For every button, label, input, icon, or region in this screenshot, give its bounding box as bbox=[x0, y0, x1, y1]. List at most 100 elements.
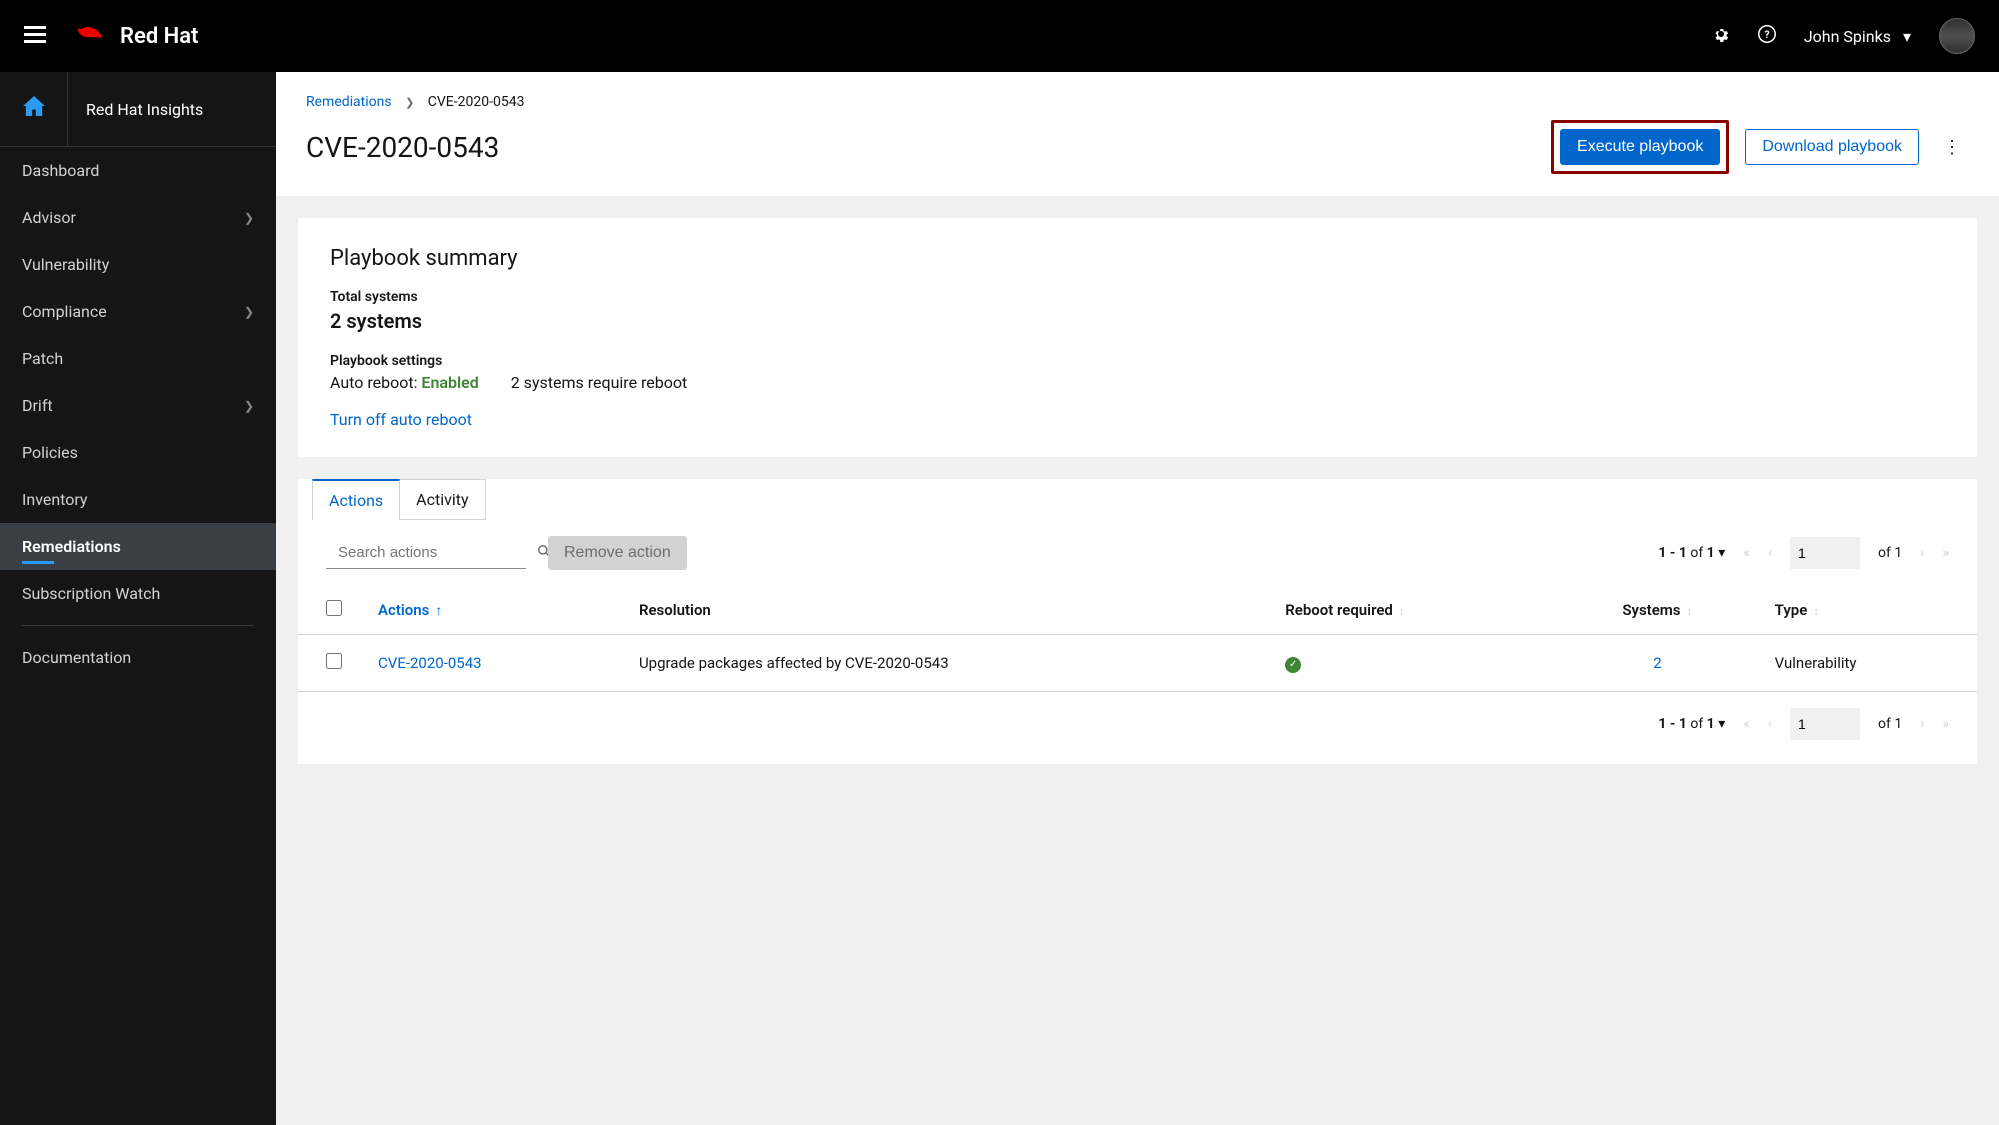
header-right: ? John Spinks ▾ bbox=[1712, 18, 1975, 54]
auto-reboot: Auto reboot: Enabled bbox=[330, 373, 479, 392]
home-icon-box[interactable] bbox=[0, 72, 68, 147]
title-actions: Execute playbook Download playbook ⋮ bbox=[1551, 120, 1969, 174]
sort-icon: ↕ bbox=[1813, 604, 1819, 618]
total-systems-label: Total systems bbox=[330, 289, 1945, 305]
sidebar-item-drift[interactable]: Drift ❯ bbox=[0, 382, 276, 429]
sidebar-item-documentation[interactable]: Documentation bbox=[0, 634, 276, 681]
summary-card: Playbook summary Total systems 2 systems… bbox=[298, 218, 1977, 457]
pagination-range: 1 - 1 of 1 ▾ bbox=[1658, 545, 1725, 561]
sidebar-item-advisor[interactable]: Advisor ❯ bbox=[0, 194, 276, 241]
search-input[interactable] bbox=[338, 544, 537, 561]
sidebar-item-label: Inventory bbox=[22, 490, 88, 509]
card-title: Playbook summary bbox=[330, 246, 1945, 271]
page-first-icon[interactable]: « bbox=[1743, 545, 1750, 561]
chevron-right-icon: ❯ bbox=[405, 96, 414, 109]
sidebar-item-label: Patch bbox=[22, 349, 63, 368]
user-menu[interactable]: John Spinks ▾ bbox=[1804, 27, 1911, 46]
highlight-box: Execute playbook bbox=[1551, 120, 1729, 174]
breadcrumb: Remediations ❯ CVE-2020-0543 bbox=[306, 94, 1969, 110]
resolution-cell: Upgrade packages affected by CVE-2020-05… bbox=[621, 635, 1267, 692]
svg-text:?: ? bbox=[1764, 27, 1769, 40]
type-column-header[interactable]: Type↕ bbox=[1757, 586, 1977, 635]
reboot-required-text: 2 systems require reboot bbox=[511, 373, 688, 392]
page-prev-icon[interactable]: ‹ bbox=[1768, 545, 1772, 561]
sort-icon: ↕ bbox=[1399, 604, 1405, 618]
nav-divider bbox=[22, 625, 254, 626]
pagination-range: 1 - 1 of 1 ▾ bbox=[1658, 716, 1725, 732]
page-input[interactable] bbox=[1790, 708, 1860, 740]
header-left: Red Hat bbox=[24, 22, 198, 50]
redhat-icon bbox=[70, 22, 110, 50]
page-next-icon[interactable]: › bbox=[1920, 716, 1924, 732]
page-of-text: of 1 bbox=[1878, 545, 1902, 561]
page-input[interactable] bbox=[1790, 537, 1860, 569]
remove-action-button[interactable]: Remove action bbox=[548, 536, 687, 570]
page-next-icon[interactable]: › bbox=[1920, 545, 1924, 561]
user-name: John Spinks bbox=[1804, 27, 1891, 46]
hamburger-icon[interactable] bbox=[24, 22, 46, 50]
breadcrumb-current: CVE-2020-0543 bbox=[428, 94, 525, 110]
sidebar-item-patch[interactable]: Patch bbox=[0, 335, 276, 382]
sidebar: Red Hat Insights Dashboard Advisor ❯ Vul… bbox=[0, 72, 276, 1125]
select-all-checkbox[interactable] bbox=[326, 600, 342, 616]
sidebar-item-subscription-watch[interactable]: Subscription Watch bbox=[0, 570, 276, 617]
settings-row: Auto reboot: Enabled 2 systems require r… bbox=[330, 373, 1945, 392]
breadcrumb-parent[interactable]: Remediations bbox=[306, 94, 392, 110]
page-title: CVE-2020-0543 bbox=[306, 131, 499, 164]
action-link[interactable]: CVE-2020-0543 bbox=[378, 654, 482, 672]
sidebar-item-compliance[interactable]: Compliance ❯ bbox=[0, 288, 276, 335]
avatar[interactable] bbox=[1939, 18, 1975, 54]
resolution-column-header[interactable]: Resolution bbox=[621, 586, 1267, 635]
toolbar-left: Remove action bbox=[326, 536, 687, 570]
help-icon[interactable]: ? bbox=[1758, 25, 1776, 48]
page-prev-icon[interactable]: ‹ bbox=[1768, 716, 1772, 732]
chevron-right-icon: ❯ bbox=[244, 399, 254, 413]
top-header: Red Hat ? John Spinks ▾ bbox=[0, 0, 1999, 72]
page-first-icon[interactable]: « bbox=[1743, 716, 1750, 732]
sidebar-item-label: Vulnerability bbox=[22, 255, 109, 274]
sidebar-item-inventory[interactable]: Inventory bbox=[0, 476, 276, 523]
execute-playbook-button[interactable]: Execute playbook bbox=[1560, 129, 1720, 165]
sidebar-header: Red Hat Insights bbox=[0, 72, 276, 147]
sidebar-item-label: Documentation bbox=[22, 648, 131, 667]
toolbar: Remove action 1 - 1 of 1 ▾ « ‹ of 1 › » bbox=[298, 520, 1977, 586]
sidebar-item-label: Policies bbox=[22, 443, 78, 462]
sidebar-item-vulnerability[interactable]: Vulnerability bbox=[0, 241, 276, 288]
sidebar-item-dashboard[interactable]: Dashboard bbox=[0, 147, 276, 194]
sort-up-icon: ↑ bbox=[435, 603, 442, 619]
type-cell: Vulnerability bbox=[1757, 635, 1977, 692]
gear-icon[interactable] bbox=[1712, 25, 1730, 48]
tab-activity[interactable]: Activity bbox=[400, 479, 485, 520]
sidebar-item-remediations[interactable]: Remediations bbox=[0, 523, 276, 570]
pagination-top: 1 - 1 of 1 ▾ « ‹ of 1 › » bbox=[1658, 537, 1949, 569]
chevron-right-icon: ❯ bbox=[244, 211, 254, 225]
home-icon bbox=[23, 96, 45, 122]
page-last-icon[interactable]: » bbox=[1942, 545, 1949, 561]
turn-off-auto-reboot-link[interactable]: Turn off auto reboot bbox=[330, 410, 472, 429]
logo[interactable]: Red Hat bbox=[70, 22, 198, 50]
kebab-icon[interactable]: ⋮ bbox=[1935, 137, 1969, 158]
systems-link[interactable]: 2 bbox=[1653, 654, 1661, 672]
total-systems-value: 2 systems bbox=[330, 309, 1945, 333]
sidebar-item-label: Compliance bbox=[22, 302, 107, 321]
page-last-icon[interactable]: » bbox=[1942, 716, 1949, 732]
auto-reboot-value: Enabled bbox=[421, 373, 478, 392]
pagination-bottom: 1 - 1 of 1 ▾ « ‹ of 1 › » bbox=[1658, 708, 1949, 740]
reboot-column-header[interactable]: Reboot required↕ bbox=[1267, 586, 1558, 635]
sidebar-item-policies[interactable]: Policies bbox=[0, 429, 276, 476]
sidebar-item-label: Advisor bbox=[22, 208, 76, 227]
actions-card: Actions Activity Remove action 1 - 1 of … bbox=[298, 479, 1977, 764]
sidebar-item-label: Dashboard bbox=[22, 161, 99, 180]
search-box[interactable] bbox=[326, 538, 526, 569]
settings-label: Playbook settings bbox=[330, 353, 1945, 369]
row-checkbox[interactable] bbox=[326, 653, 342, 669]
tabs: Actions Activity bbox=[298, 479, 1977, 520]
tab-actions[interactable]: Actions bbox=[312, 479, 400, 520]
actions-table: Actions↑ Resolution Reboot required↕ Sys… bbox=[298, 586, 1977, 692]
auto-reboot-label: Auto reboot: bbox=[330, 373, 421, 392]
systems-column-header[interactable]: Systems↕ bbox=[1558, 586, 1756, 635]
actions-column-header[interactable]: Actions↑ bbox=[360, 586, 621, 635]
sidebar-item-label: Remediations bbox=[22, 537, 121, 556]
logo-text: Red Hat bbox=[120, 24, 198, 49]
download-playbook-button[interactable]: Download playbook bbox=[1745, 129, 1919, 165]
